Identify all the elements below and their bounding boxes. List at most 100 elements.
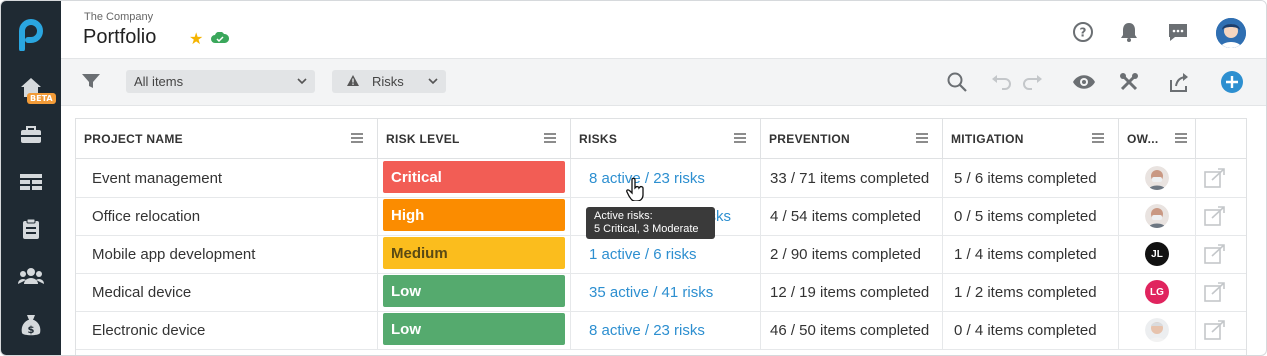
cloud-sync-icon: [211, 31, 230, 49]
warning-icon: [346, 74, 360, 90]
project-name[interactable]: Mobile app development: [76, 235, 378, 273]
page-header: The Company Portfolio ★ ?: [61, 1, 1266, 58]
view-select-value: All items: [134, 74, 184, 89]
column-header-label: OW...: [1127, 131, 1159, 146]
app-logo[interactable]: [15, 19, 45, 56]
search-icon[interactable]: [947, 72, 967, 97]
tools-icon[interactable]: [1119, 72, 1139, 97]
risk-level-cell[interactable]: Medium: [378, 235, 571, 273]
column-menu-icon[interactable]: [1092, 133, 1104, 143]
owner-cell[interactable]: [1119, 159, 1196, 197]
column-header-label: PREVENTION: [769, 131, 851, 146]
open-cell[interactable]: [1196, 273, 1246, 311]
project-name[interactable]: Electronic device: [76, 311, 378, 349]
prevention-status: 33 / 71 items completed: [761, 159, 943, 197]
table-icon[interactable]: [1, 162, 61, 202]
project-name[interactable]: Event management: [76, 159, 378, 197]
beta-badge: BETA: [27, 93, 56, 104]
column-header-owner[interactable]: OW...: [1119, 119, 1196, 159]
column-header-label: RISK LEVEL: [386, 131, 460, 146]
prevention-status: 46 / 50 items completed: [761, 311, 943, 349]
open-external-icon[interactable]: [1204, 282, 1226, 302]
chevron-down-icon: [428, 74, 438, 89]
column-header-label: PROJECT NAME: [84, 131, 183, 146]
eye-icon[interactable]: [1072, 74, 1096, 95]
open-external-icon[interactable]: [1204, 206, 1226, 226]
column-header-project[interactable]: PROJECT NAME: [76, 119, 378, 159]
risk-level-badge: Low: [383, 313, 565, 345]
star-icon[interactable]: ★: [189, 29, 203, 49]
bell-icon[interactable]: [1119, 21, 1139, 48]
risk-level-badge: Medium: [383, 237, 565, 269]
risks-link[interactable]: 1 active / 6 risks: [571, 235, 761, 273]
undo-icon[interactable]: [991, 74, 1013, 95]
risk-level-cell[interactable]: High: [378, 197, 571, 235]
table-row[interactable]: Mobile app development Medium 1 active /…: [76, 235, 1246, 274]
risks-link[interactable]: 35 active / 41 risks: [571, 273, 761, 311]
risks-link[interactable]: 8 active / 23 risks: [571, 311, 761, 349]
add-icon[interactable]: [1220, 70, 1244, 99]
table-row[interactable]: Event management Critical 8 active / 23 …: [76, 159, 1246, 198]
filter-icon[interactable]: [81, 72, 101, 95]
risk-level-cell[interactable]: Critical: [378, 159, 571, 197]
mitigation-status: 1 / 2 items completed: [943, 273, 1119, 311]
open-cell[interactable]: [1196, 159, 1246, 197]
risks-tooltip: Active risks: 5 Critical, 3 Moderate: [586, 207, 715, 239]
column-header-risks[interactable]: RISKS: [571, 119, 761, 159]
project-name[interactable]: Medical device: [76, 273, 378, 311]
briefcase-icon[interactable]: [1, 115, 61, 155]
prevention-status: 4 / 54 items completed: [761, 197, 943, 235]
owner-cell[interactable]: [1119, 197, 1196, 235]
column-header-actions: [1196, 119, 1246, 159]
open-cell[interactable]: [1196, 311, 1246, 349]
app-window: BETA $ The Company Portfolio ★ ? All ite…: [0, 0, 1267, 356]
column-menu-icon[interactable]: [1175, 133, 1187, 143]
view-select[interactable]: All items: [126, 70, 315, 93]
owner-avatar: [1145, 318, 1169, 342]
open-cell[interactable]: [1196, 197, 1246, 235]
mitigation-status: 0 / 4 items completed: [943, 311, 1119, 349]
risks-link[interactable]: 8 active / 23 risks: [571, 159, 761, 197]
column-menu-icon[interactable]: [916, 133, 928, 143]
tooltip-line-1: Active risks:: [594, 210, 653, 222]
risk-level-cell[interactable]: Low: [378, 311, 571, 349]
redo-icon[interactable]: [1021, 74, 1043, 95]
owner-avatar: [1145, 166, 1169, 190]
hand-cursor-icon: [626, 177, 646, 206]
money-bag-icon[interactable]: $: [1, 305, 61, 345]
help-icon[interactable]: ?: [1072, 21, 1094, 48]
column-header-mitigation[interactable]: MITIGATION: [943, 119, 1119, 159]
column-header-label: MITIGATION: [951, 131, 1024, 146]
open-external-icon[interactable]: [1204, 244, 1226, 264]
owner-cell[interactable]: JL: [1119, 235, 1196, 273]
column-header-prevention[interactable]: PREVENTION: [761, 119, 943, 159]
table-row[interactable]: Medical device Low 35 active / 41 risks …: [76, 273, 1246, 312]
sidebar: BETA $: [1, 1, 61, 355]
risk-level-badge: High: [383, 199, 565, 231]
open-cell[interactable]: [1196, 235, 1246, 273]
table-row[interactable]: Electronic device Low 8 active / 23 risk…: [76, 311, 1246, 350]
open-external-icon[interactable]: [1204, 320, 1226, 340]
column-header-risk-level[interactable]: RISK LEVEL: [378, 119, 571, 159]
open-external-icon[interactable]: [1204, 168, 1226, 188]
toolbar: All items Risks: [61, 58, 1266, 106]
user-avatar[interactable]: [1216, 18, 1246, 48]
risk-level-cell[interactable]: Low: [378, 273, 571, 311]
risk-level-badge: Critical: [383, 161, 565, 193]
team-icon[interactable]: [1, 256, 61, 296]
page-title: Portfolio: [83, 26, 157, 48]
column-menu-icon[interactable]: [734, 133, 746, 143]
owner-cell[interactable]: LG: [1119, 273, 1196, 311]
share-icon[interactable]: [1168, 71, 1190, 98]
clipboard-icon[interactable]: [1, 209, 61, 249]
column-menu-icon[interactable]: [351, 133, 363, 143]
owner-cell[interactable]: [1119, 311, 1196, 349]
column-menu-icon[interactable]: [544, 133, 556, 143]
tooltip-line-2: 5 Critical, 3 Moderate: [594, 223, 699, 235]
project-name[interactable]: Office relocation: [76, 197, 378, 235]
chat-icon[interactable]: [1167, 21, 1189, 48]
chevron-down-icon: [297, 74, 307, 89]
svg-text:?: ?: [1080, 26, 1087, 40]
mitigation-status: 5 / 6 items completed: [943, 159, 1119, 197]
risks-select[interactable]: Risks: [332, 70, 446, 93]
